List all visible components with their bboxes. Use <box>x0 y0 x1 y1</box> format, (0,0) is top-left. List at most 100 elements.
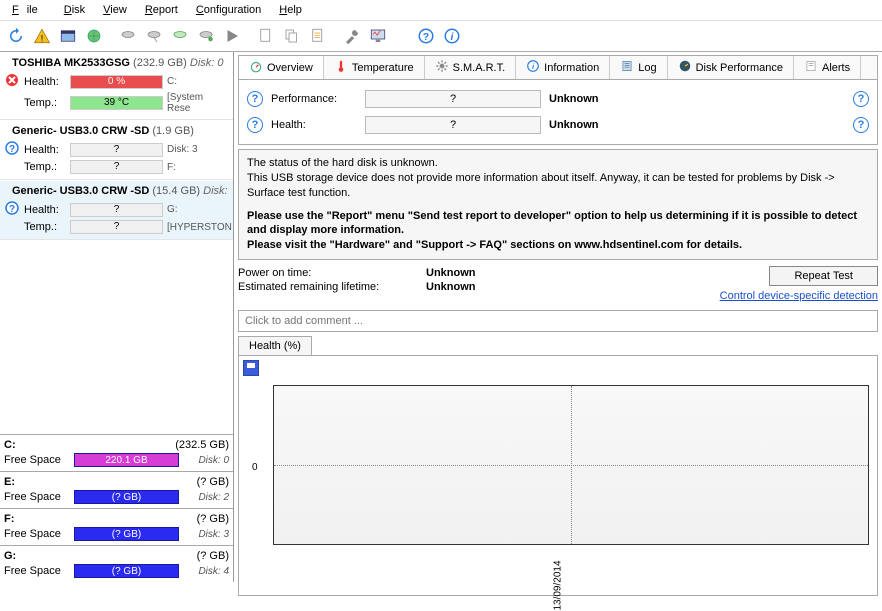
menu-bar: File Disk View Report Configuration Help <box>0 0 882 21</box>
status-line: Please visit the "Hardware" and "Support… <box>247 238 869 253</box>
free-label: Free Space <box>4 454 70 466</box>
svg-text:?: ? <box>9 204 15 215</box>
row-bar: 0 % <box>70 75 163 89</box>
drive-diskno: Disk: 3 <box>183 529 229 540</box>
drive-item[interactable]: F: (? GB) Free Space (? GB) Disk: 3 <box>0 508 233 545</box>
repeat-test-button[interactable]: Repeat Test <box>769 266 878 286</box>
menu-help[interactable]: Help <box>271 2 310 18</box>
drive-capacity: (232.5 GB) <box>175 439 229 451</box>
disk-item[interactable]: Generic- USB3.0 CRW -SD (15.4 GB) Disk:?… <box>0 180 233 240</box>
row-drive: [System Rese <box>167 92 229 114</box>
chart-tab-health[interactable]: Health (%) <box>238 336 312 355</box>
row-bar: ? <box>70 143 163 157</box>
performance-label: Performance: <box>271 93 357 105</box>
test1-icon[interactable] <box>116 24 140 48</box>
refresh-icon[interactable] <box>4 24 28 48</box>
status-icon: ? <box>4 201 20 218</box>
drive-capacity: (? GB) <box>197 476 229 488</box>
disk-item[interactable]: TOSHIBA MK2533GSG (232.9 GB) Disk: 0Heal… <box>0 52 233 120</box>
row-label: Temp.: <box>24 221 66 233</box>
menu-disk[interactable]: Disk <box>56 2 93 18</box>
doc2-icon[interactable] <box>306 24 330 48</box>
power-on-label: Power on time: <box>238 266 418 280</box>
tools-icon[interactable] <box>340 24 364 48</box>
save-icon[interactable] <box>243 360 259 376</box>
drive-diskno: Disk: 2 <box>183 492 229 503</box>
panel-icon[interactable] <box>56 24 80 48</box>
play-icon[interactable] <box>220 24 244 48</box>
tab-label: Disk Performance <box>696 62 783 74</box>
free-bar: (? GB) <box>74 527 179 541</box>
row-drive: G: <box>167 204 229 215</box>
alert-icon <box>804 59 818 76</box>
power-on-value: Unknown <box>426 266 476 280</box>
test2-icon[interactable] <box>142 24 166 48</box>
disk-title: Generic- USB3.0 CRW -SD (1.9 GB) <box>4 123 229 140</box>
tab-log[interactable]: Log <box>610 56 667 79</box>
svg-text:!: ! <box>41 33 44 43</box>
free-bar: (? GB) <box>74 564 179 578</box>
row-drive: C: <box>167 76 229 87</box>
thermo-icon <box>334 59 348 76</box>
menu-file[interactable]: File <box>4 2 54 18</box>
monitor-icon[interactable] <box>366 24 390 48</box>
comment-input[interactable] <box>238 310 878 332</box>
drive-letter: F: <box>4 513 14 525</box>
row-label: Temp.: <box>24 161 66 173</box>
status-line: This USB storage device does not provide… <box>247 171 869 201</box>
row-drive: [HYPERSTON <box>167 222 229 233</box>
question-icon[interactable]: ? <box>247 117 263 133</box>
toolbar: ! ? i <box>0 21 882 52</box>
copy-icon[interactable] <box>280 24 304 48</box>
tab-label: Information <box>544 62 599 74</box>
info-icon[interactable]: i <box>440 24 464 48</box>
control-detection-link[interactable]: Control device-specific detection <box>720 290 878 302</box>
test4-icon[interactable] <box>194 24 218 48</box>
help-icon[interactable]: ? <box>414 24 438 48</box>
question-icon[interactable]: ? <box>853 91 869 107</box>
warning-icon[interactable]: ! <box>30 24 54 48</box>
test3-icon[interactable] <box>168 24 192 48</box>
drive-capacity: (? GB) <box>197 513 229 525</box>
disk-list-panel: TOSHIBA MK2533GSG (232.9 GB) Disk: 0Heal… <box>0 52 234 582</box>
row-label: Health: <box>24 144 66 156</box>
doc-icon[interactable] <box>254 24 278 48</box>
free-label: Free Space <box>4 528 70 540</box>
drive-item[interactable]: E:(? GB) Free Space(? GB)Disk: 2 <box>0 471 233 508</box>
row-bar: ? <box>70 203 163 217</box>
tab-label: Alerts <box>822 62 850 74</box>
tab-diskperf[interactable]: Disk Performance <box>668 56 794 79</box>
globe-icon[interactable] <box>82 24 106 48</box>
performance-bar: ? <box>365 90 541 108</box>
menu-report[interactable]: Report <box>137 2 186 18</box>
tab-overview[interactable]: Overview <box>239 56 324 80</box>
tab-temperature[interactable]: Temperature <box>324 56 425 79</box>
log-icon <box>620 59 634 76</box>
menu-configuration[interactable]: Configuration <box>188 2 269 18</box>
drive-item[interactable]: C:(232.5 GB) Free Space220.1 GBDisk: 0 <box>0 434 233 471</box>
tab-label: Log <box>638 62 656 74</box>
tab-label: S.M.A.R.T. <box>453 62 506 74</box>
tab-information[interactable]: iInformation <box>516 56 610 79</box>
drive-letter: C: <box>4 439 16 451</box>
overview-content: ? Performance: ? Unknown ? ? Health: ? U… <box>238 79 878 145</box>
question-icon[interactable]: ? <box>853 117 869 133</box>
status-line: The status of the hard disk is unknown. <box>247 156 869 171</box>
tab-label: Temperature <box>352 62 414 74</box>
tab-smart[interactable]: S.M.A.R.T. <box>425 56 517 79</box>
disk-item[interactable]: Generic- USB3.0 CRW -SD (1.9 GB) ? Health… <box>0 120 233 180</box>
drive-item[interactable]: G:(? GB) Free Space(? GB)Disk: 4 <box>0 545 233 582</box>
row-label: Health: <box>24 76 66 88</box>
lifetime-label: Estimated remaining lifetime: <box>238 280 418 294</box>
tab-alerts[interactable]: Alerts <box>794 56 861 79</box>
row-drive: F: <box>167 162 229 173</box>
chart-body: 0 13/09/2014 <box>238 355 878 596</box>
question-icon[interactable]: ? <box>247 91 263 107</box>
tab-strip: Overview Temperature S.M.A.R.T. iInformatio… <box>238 55 878 79</box>
perf-icon <box>678 59 692 76</box>
row-drive: Disk: 3 <box>167 144 229 155</box>
status-line: Please use the "Report" menu "Send test … <box>247 209 869 239</box>
health-bar: ? <box>365 116 541 134</box>
performance-status: Unknown <box>549 93 639 105</box>
menu-view[interactable]: View <box>95 2 135 18</box>
